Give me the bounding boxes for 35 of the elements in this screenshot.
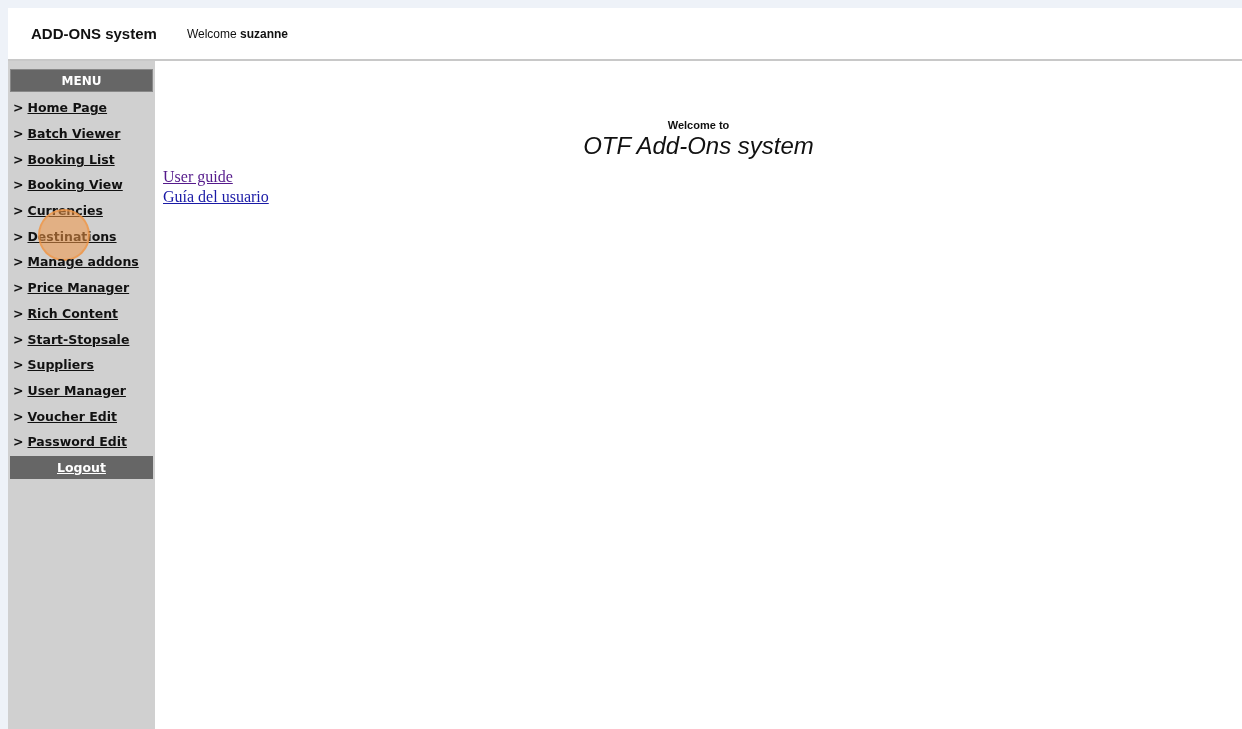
system-name: OTF Add-Ons system bbox=[583, 132, 814, 160]
arrow-marker: > bbox=[13, 151, 24, 167]
menu-title: MENU bbox=[10, 69, 153, 92]
arrow-marker: > bbox=[13, 357, 24, 373]
greeting-text: Welcome to bbox=[667, 119, 730, 131]
arrow-marker: > bbox=[13, 254, 24, 270]
arrow-marker: > bbox=[13, 100, 24, 116]
arrow-marker: > bbox=[13, 177, 24, 193]
menu-link[interactable]: Start-Stopsale bbox=[27, 331, 130, 347]
arrow-marker: > bbox=[13, 305, 24, 321]
menu-link[interactable]: Manage addons bbox=[27, 254, 139, 270]
arrow-marker: > bbox=[13, 126, 24, 142]
arrow-marker: > bbox=[13, 382, 24, 398]
guide-link[interactable]: Guía del usuario bbox=[163, 187, 269, 207]
menu-link[interactable]: Booking View bbox=[27, 177, 123, 193]
menu-link[interactable]: Price Manager bbox=[27, 280, 130, 296]
menu-link[interactable]: Booking List bbox=[27, 151, 115, 167]
arrow-marker: > bbox=[13, 434, 24, 450]
arrow-marker: > bbox=[13, 280, 24, 296]
arrow-marker: > bbox=[13, 203, 24, 219]
menu-link[interactable]: Password Edit bbox=[27, 434, 127, 450]
menu-link[interactable]: Currencies bbox=[27, 203, 103, 219]
app-title: ADD-ONS system bbox=[31, 25, 157, 42]
welcome-text: Welcome suzanne bbox=[186, 26, 289, 41]
guide-link[interactable]: User guide bbox=[163, 167, 269, 187]
menu-link[interactable]: User Manager bbox=[27, 382, 126, 398]
menu-link[interactable]: Batch Viewer bbox=[27, 126, 121, 142]
arrow-marker: > bbox=[13, 228, 24, 244]
arrow-marker: > bbox=[13, 408, 24, 424]
menu-link[interactable]: Voucher Edit bbox=[27, 408, 117, 424]
logout-button[interactable]: Logout bbox=[10, 455, 153, 479]
menu-link[interactable]: Rich Content bbox=[27, 305, 119, 321]
menu-link[interactable]: Suppliers bbox=[27, 357, 94, 373]
menu-link[interactable]: Home Page bbox=[27, 100, 108, 116]
arrow-marker: > bbox=[13, 331, 24, 347]
